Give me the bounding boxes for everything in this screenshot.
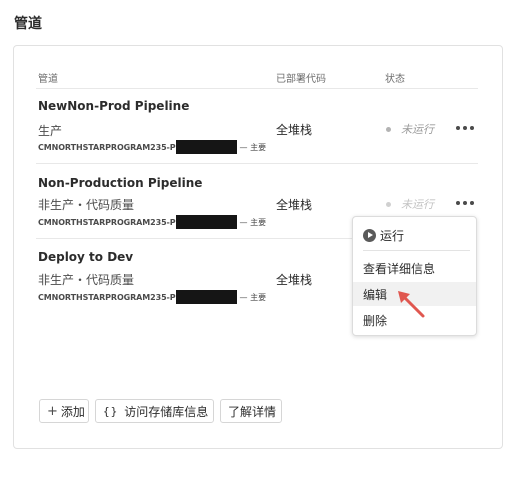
status-text: 未运行 — [401, 123, 434, 136]
more-icon — [456, 201, 460, 205]
pipeline-name[interactable]: NewNon-Prod Pipeline — [38, 99, 189, 113]
repo-name: CMNORTHSTARPROGRAM235-P — [38, 292, 176, 302]
pipeline-type: 非生产・代码质量 — [38, 198, 135, 212]
header-divider — [36, 88, 478, 89]
deployed-code: 全堆栈 — [276, 198, 313, 212]
redacted-block — [175, 290, 237, 304]
pipeline-name[interactable]: Deploy to Dev — [38, 250, 133, 264]
menu-divider — [363, 250, 470, 251]
repo-info: CMNORTHSTARPROGRAM235-P — 主要 — [38, 215, 266, 229]
repo-info: CMNORTHSTARPROGRAM235-P — 主要 — [38, 140, 266, 154]
menu-item-label: 运行 — [380, 228, 405, 243]
add-button[interactable]: + 添加 — [39, 399, 89, 423]
deployed-code: 全堆栈 — [276, 273, 313, 287]
page-title: 管道 — [14, 16, 42, 32]
row-divider — [36, 163, 478, 164]
more-icon — [456, 126, 460, 130]
menu-item-label: 查看详细信息 — [363, 261, 436, 276]
status-dot-icon — [386, 201, 391, 207]
learn-more-button[interactable]: 了解详情 — [220, 399, 282, 423]
redacted-block — [175, 215, 237, 229]
branch-name: — 主要 — [239, 217, 267, 227]
pipeline-type: 生产 — [38, 124, 63, 138]
repo-info: CMNORTHSTARPROGRAM235-P — 主要 — [38, 290, 266, 304]
learn-more-button-label: 了解详情 — [228, 404, 277, 419]
pipeline-name[interactable]: Non-Production Pipeline — [38, 176, 202, 190]
menu-item-label: 删除 — [363, 313, 388, 328]
status: 未运行 — [386, 196, 434, 212]
add-button-label: 添加 — [60, 404, 85, 419]
repo-name: CMNORTHSTARPROGRAM235-P — [38, 142, 176, 152]
header-status: 状态 — [385, 74, 405, 85]
branch-name: — 主要 — [239, 142, 267, 152]
more-actions-button[interactable] — [456, 198, 474, 208]
menu-item-run[interactable]: 运行 — [353, 223, 476, 247]
status-text: 未运行 — [401, 198, 434, 211]
deployed-code: 全堆栈 — [276, 123, 313, 137]
redacted-block — [175, 140, 237, 154]
pipeline-type: 非生产・代码质量 — [38, 273, 135, 287]
braces-icon: {} — [103, 404, 119, 418]
repo-info-button-label: 访问存储库信息 — [124, 404, 209, 419]
header-pipeline: 管道 — [38, 74, 58, 85]
row-divider — [36, 238, 352, 239]
header-deployed-code: 已部署代码 — [276, 74, 326, 85]
more-actions-button[interactable] — [456, 123, 474, 133]
plus-icon: + — [47, 403, 58, 419]
menu-item-view-details[interactable]: 查看详细信息 — [353, 256, 476, 280]
repo-name: CMNORTHSTARPROGRAM235-P — [38, 217, 176, 227]
red-arrow-annotation — [398, 291, 425, 318]
status: 未运行 — [386, 121, 434, 137]
repo-info-button[interactable]: {} 访问存储库信息 — [95, 399, 214, 423]
status-dot-icon — [386, 126, 391, 132]
play-icon — [363, 228, 376, 242]
menu-item-label: 编辑 — [363, 287, 388, 302]
branch-name: — 主要 — [239, 292, 267, 302]
